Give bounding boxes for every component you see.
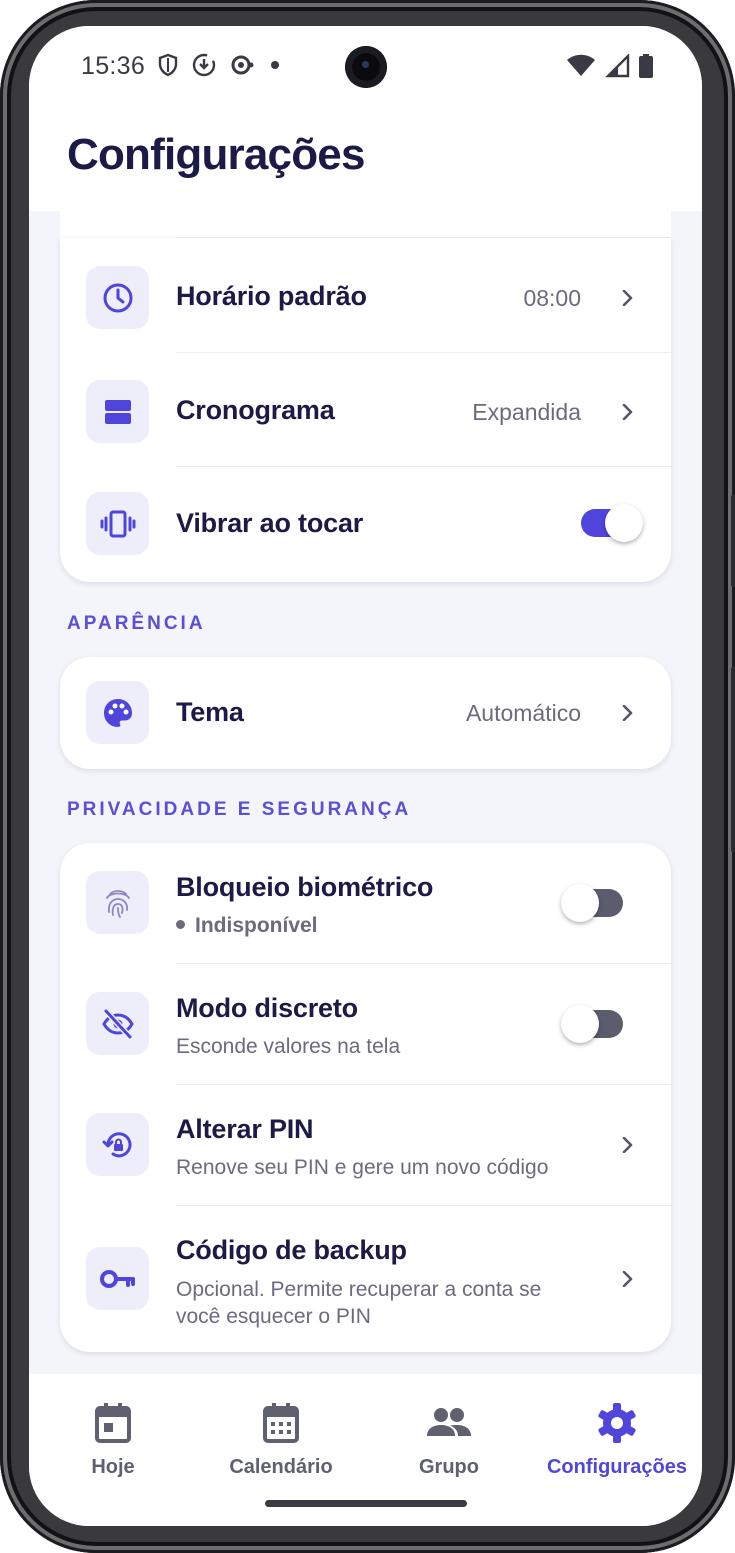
signal-icon bbox=[605, 54, 630, 78]
setting-title: Vibrar ao tocar bbox=[176, 508, 364, 538]
chevron-right-icon bbox=[622, 290, 633, 306]
page-title: Configurações bbox=[67, 130, 365, 179]
nav-item-settings[interactable]: Configurações bbox=[533, 1402, 701, 1479]
nav-item-group[interactable]: Grupo bbox=[365, 1402, 533, 1479]
setting-title: Horário padrão bbox=[176, 281, 367, 311]
download-icon bbox=[192, 53, 216, 77]
chevron-right-icon bbox=[622, 404, 633, 420]
setting-row-default-time[interactable]: Horário padrão 08:00 bbox=[60, 238, 671, 352]
setting-value: 08:00 bbox=[523, 285, 581, 311]
status-dot bbox=[176, 919, 185, 929]
gear-icon bbox=[598, 1403, 636, 1443]
vibrate-toggle[interactable] bbox=[581, 504, 643, 542]
chevron-right-icon bbox=[622, 1271, 633, 1287]
setting-title: Alterar PIN bbox=[176, 1114, 314, 1144]
settings-card-general: Horário padrão 08:00 Cronograma Expandid… bbox=[60, 238, 671, 582]
setting-status-text: Indisponível bbox=[195, 914, 318, 937]
setting-title: Código de backup bbox=[176, 1235, 407, 1265]
toggle-knob bbox=[561, 884, 599, 922]
clock-icon bbox=[103, 283, 132, 312]
setting-row-vibrate: Vibrar ao tocar bbox=[60, 467, 671, 582]
nav-label: Hoje bbox=[91, 1456, 135, 1478]
setting-value: Automático bbox=[465, 700, 581, 726]
status-icons-left bbox=[157, 52, 283, 78]
setting-subtitle: Esconde valores na tela bbox=[176, 1035, 401, 1058]
setting-value: Expandida bbox=[472, 399, 581, 425]
app-header: Configurações bbox=[29, 108, 702, 211]
setting-row-schedule[interactable]: Cronograma Expandida bbox=[60, 353, 671, 466]
fingerprint-icon bbox=[105, 889, 130, 918]
icon-box bbox=[86, 992, 149, 1055]
discreet-mode-toggle[interactable] bbox=[561, 1005, 623, 1043]
setting-title: Cronograma bbox=[176, 395, 335, 425]
sync-icon bbox=[231, 55, 254, 75]
palette-icon bbox=[103, 698, 132, 727]
icon-box bbox=[86, 1247, 149, 1310]
setting-row-biometric-lock: Bloqueio biométrico Indisponível bbox=[60, 843, 671, 963]
setting-title: Bloqueio biométrico bbox=[176, 872, 434, 902]
front-camera bbox=[345, 46, 387, 88]
nav-label: Grupo bbox=[419, 1456, 479, 1478]
setting-row-discreet-mode: Modo discreto Esconde valores na tela bbox=[60, 964, 671, 1084]
setting-row-backup-code[interactable]: Código de backup Opcional. Permite recup… bbox=[60, 1206, 671, 1352]
setting-title: Tema bbox=[176, 697, 244, 727]
toggle-knob bbox=[605, 504, 643, 542]
screen: 15:36 Configurações Horário padrão 08:00… bbox=[29, 26, 702, 1526]
status-time: 15:36 bbox=[81, 52, 146, 80]
calendar-today-icon bbox=[95, 1403, 131, 1443]
nav-label: Calendário bbox=[229, 1456, 333, 1478]
nav-item-calendar[interactable]: Calendário bbox=[197, 1402, 365, 1479]
toggle-knob bbox=[561, 1005, 599, 1043]
setting-status: Indisponível bbox=[176, 912, 318, 939]
section-label-privacy: PRIVACIDADE E SEGURANÇA bbox=[67, 799, 412, 820]
icon-box bbox=[86, 266, 149, 329]
calendar-month-icon bbox=[263, 1403, 299, 1443]
setting-row-theme[interactable]: Tema Automático bbox=[60, 657, 671, 769]
setting-subtitle: você esquecer o PIN bbox=[176, 1305, 371, 1328]
setting-row-change-pin[interactable]: Alterar PIN Renove seu PIN e gere um nov… bbox=[60, 1085, 671, 1205]
shield-icon bbox=[158, 53, 178, 77]
setting-title: Modo discreto bbox=[176, 993, 358, 1023]
nav-label: Configurações bbox=[546, 1456, 688, 1478]
power-button bbox=[731, 667, 735, 852]
vibration-icon bbox=[100, 510, 135, 537]
wifi-icon bbox=[567, 54, 595, 76]
eye-off-icon bbox=[101, 1008, 134, 1039]
nav-item-today[interactable]: Hoje bbox=[29, 1402, 197, 1479]
status-bar: 15:36 bbox=[29, 26, 702, 108]
key-icon bbox=[99, 1269, 135, 1288]
icon-box bbox=[86, 681, 149, 744]
dot-icon bbox=[271, 61, 279, 69]
section-label-appearance: APARÊNCIA bbox=[67, 613, 206, 634]
icon-box bbox=[86, 871, 149, 934]
home-indicator[interactable] bbox=[265, 1500, 467, 1507]
biometric-lock-toggle[interactable] bbox=[561, 884, 623, 922]
battery-icon bbox=[639, 54, 653, 78]
setting-subtitle: Renove seu PIN e gere um novo código bbox=[176, 1156, 549, 1179]
status-icons-right bbox=[566, 53, 654, 79]
view-agenda-icon bbox=[104, 399, 131, 424]
volume-button bbox=[731, 495, 735, 587]
icon-box bbox=[86, 1113, 149, 1176]
phone-frame: 15:36 Configurações Horário padrão 08:00… bbox=[0, 0, 735, 1553]
chevron-right-icon bbox=[622, 1137, 633, 1153]
chevron-right-icon bbox=[622, 705, 633, 721]
settings-card-privacy: Bloqueio biométrico Indisponível Modo di… bbox=[60, 843, 671, 1352]
group-icon bbox=[427, 1408, 471, 1436]
icon-box bbox=[86, 380, 149, 443]
settings-card-appearance: Tema Automático bbox=[60, 657, 671, 769]
lock-reset-icon bbox=[102, 1131, 131, 1157]
setting-subtitle: Opcional. Permite recuperar a conta se bbox=[176, 1278, 542, 1301]
icon-box bbox=[86, 492, 149, 555]
